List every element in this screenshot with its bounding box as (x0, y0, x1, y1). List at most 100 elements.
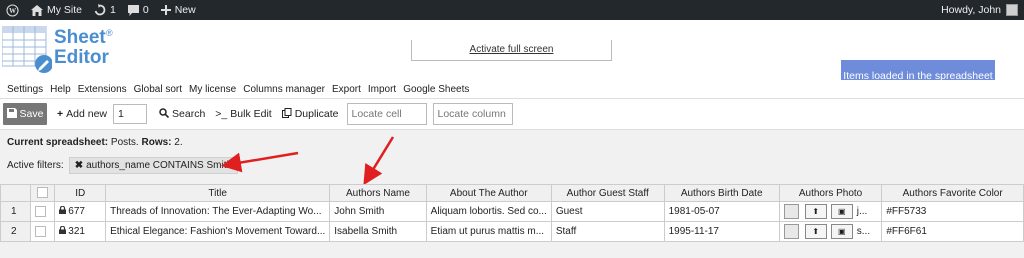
updates-count: 1 (110, 4, 116, 16)
duplicate-label: Duplicate (294, 108, 339, 120)
photo-filename: s... (856, 226, 871, 237)
admin-bar: W My Site 1 0 New Howdy, John (0, 0, 1024, 20)
image-icon[interactable]: ▣ (830, 204, 853, 219)
id-value: 677 (68, 206, 85, 218)
rows-value: 2. (174, 137, 183, 148)
save-label: Save (19, 108, 44, 120)
guest-staff-cell[interactable]: Guest (550, 201, 665, 222)
account-menu[interactable]: Howdy, John (941, 4, 1024, 16)
photo-cell[interactable]: ⬆ ▣ j... (778, 201, 883, 222)
favorite-color-cell[interactable]: #FF6F61 (881, 221, 1024, 242)
row-select-cell[interactable] (30, 221, 56, 242)
id-cell[interactable]: 321 (54, 221, 107, 242)
menu-columns-manager[interactable]: Columns manager (243, 84, 325, 95)
my-site-label: My Site (47, 4, 83, 16)
toolbar: Save + Add new 1 Search >_ Bulk Edit Dup… (0, 98, 1024, 130)
column-header-id[interactable]: ID (54, 184, 107, 202)
row-number: 2 (0, 221, 32, 242)
comment-icon (127, 4, 139, 16)
svg-text:W: W (9, 7, 17, 15)
column-header-title[interactable]: Title (105, 184, 331, 202)
column-header-favorite-color[interactable]: Authors Favorite Color (881, 184, 1024, 202)
table-row: 1 677 Threads of Innovation: The Ever-Ad… (0, 201, 1024, 222)
logo-registered: ® (106, 28, 113, 38)
filter-chip-text: authors_name CONTAINS Smith (86, 160, 233, 171)
new-label: New (174, 4, 196, 16)
menu-google-sheets[interactable]: Google Sheets (403, 84, 469, 95)
updates-link[interactable]: 1 (88, 0, 122, 20)
about-author-cell[interactable]: Aliquam lobortis. Sed co... (425, 201, 552, 222)
filter-chip[interactable]: ✖ authors_name CONTAINS Smith (68, 157, 239, 174)
my-site-link[interactable]: My Site (25, 0, 88, 20)
upload-icon[interactable]: ⬆ (804, 204, 827, 219)
fullscreen-box: Activate full screen (411, 40, 612, 61)
title-cell[interactable]: Ethical Elegance: Fashion's Movement Tow… (105, 221, 331, 242)
column-header-about-author[interactable]: About The Author (425, 184, 552, 202)
table-row: 2 321 Ethical Elegance: Fashion's Moveme… (0, 221, 1024, 242)
spreadsheet-info: Current spreadsheet: Posts. Rows: 2. (7, 137, 183, 148)
activate-fullscreen-link[interactable]: Activate full screen (470, 44, 554, 55)
column-header-guest-staff[interactable]: Author Guest Staff (550, 184, 665, 202)
save-icon (6, 107, 17, 121)
comments-count: 0 (142, 4, 149, 16)
greeting: Howdy, John (941, 4, 1001, 16)
about-author-cell[interactable]: Etiam ut purus mattis m... (425, 221, 552, 242)
search-button[interactable]: Search (159, 107, 206, 121)
birth-date-cell[interactable]: 1981-05-07 (663, 201, 780, 222)
menu-settings[interactable]: Settings (7, 84, 43, 95)
logo-line2: Editor (54, 47, 109, 68)
add-new-count-input[interactable]: 1 (113, 104, 148, 124)
search-label: Search (172, 108, 206, 120)
wordpress-logo-icon[interactable]: W (0, 0, 25, 20)
save-button[interactable]: Save (3, 103, 47, 125)
photo-cell[interactable]: ⬆ ▣ s... (778, 221, 883, 242)
plus-icon: + (57, 108, 64, 120)
new-link[interactable]: New (155, 0, 202, 20)
menu-global-sort[interactable]: Global sort (134, 84, 182, 95)
bulk-edit-button[interactable]: >_ Bulk Edit (215, 108, 271, 120)
upload-icon[interactable]: ⬆ (804, 224, 827, 239)
search-icon (159, 107, 170, 121)
favorite-color-cell[interactable]: #FF5733 (881, 201, 1024, 222)
authors-name-cell[interactable]: John Smith (329, 201, 427, 222)
remove-filter-icon[interactable]: ✖ (75, 160, 83, 171)
authors-name-cell[interactable]: Isabella Smith (329, 221, 427, 242)
row-select-cell[interactable] (30, 201, 56, 222)
id-cell[interactable]: 677 (54, 201, 107, 222)
author-photo-thumbnail (783, 224, 799, 239)
menu-extensions[interactable]: Extensions (78, 84, 127, 95)
add-new-label: Add new (66, 108, 108, 120)
spreadsheet-grid: ID Title Authors Name About The Author A… (0, 184, 1024, 242)
add-new-button[interactable]: + Add new (57, 108, 107, 120)
logo-line1: Sheet (54, 27, 106, 48)
title-cell[interactable]: Threads of Innovation: The Ever-Adapting… (105, 201, 331, 222)
copy-icon (281, 107, 292, 121)
menu-help[interactable]: Help (50, 84, 71, 95)
image-icon[interactable]: ▣ (830, 224, 853, 239)
id-value: 321 (68, 226, 85, 238)
select-all-header[interactable] (30, 184, 56, 202)
locate-cell-input[interactable]: Locate cell (346, 103, 427, 125)
active-filters: Active filters: ✖ authors_name CONTAINS … (7, 157, 239, 174)
menu-import[interactable]: Import (368, 84, 396, 95)
birth-date-cell[interactable]: 1995-11-17 (663, 221, 780, 242)
bulk-edit-label: Bulk Edit (230, 108, 272, 120)
column-header-authors-name[interactable]: Authors Name (329, 184, 427, 202)
locate-column-input[interactable]: Locate column (432, 103, 513, 125)
duplicate-button[interactable]: Duplicate (281, 107, 339, 121)
column-header-birth-date[interactable]: Authors Birth Date (663, 184, 780, 202)
row-checkbox[interactable] (35, 205, 47, 217)
guest-staff-cell[interactable]: Staff (550, 221, 665, 242)
comments-link[interactable]: 0 (122, 0, 155, 20)
spreadsheet-logo-icon (2, 26, 52, 73)
plugin-header: Sheet ® Editor Activate full screen Item… (0, 20, 1024, 92)
menu-my-license[interactable]: My license (189, 84, 236, 95)
sheet-editor-logo: Sheet ® Editor (2, 26, 120, 74)
row-checkbox[interactable] (35, 225, 47, 237)
header-row: ID Title Authors Name About The Author A… (0, 184, 1024, 202)
column-header-photo[interactable]: Authors Photo (778, 184, 883, 202)
top-menu: Settings Help Extensions Global sort My … (0, 80, 1024, 98)
plus-icon (160, 5, 171, 15)
select-all-checkbox[interactable] (37, 187, 49, 199)
menu-export[interactable]: Export (332, 84, 361, 95)
